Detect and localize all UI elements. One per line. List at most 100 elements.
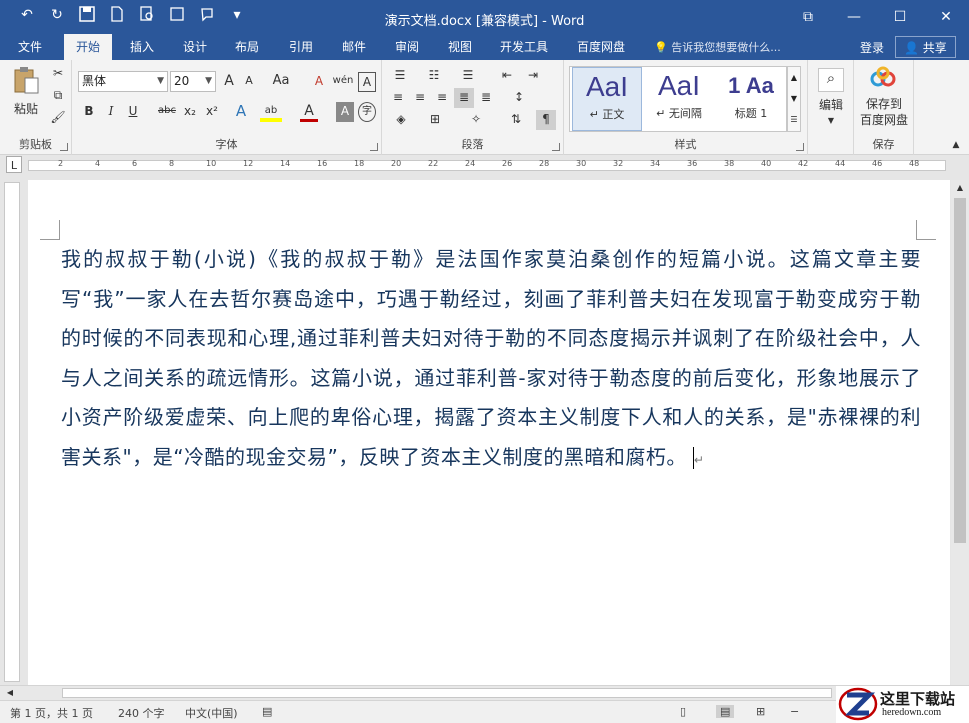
numbering-icon[interactable]: ☷	[422, 66, 446, 86]
ruler-number: 6	[132, 159, 138, 168]
font-size-combo[interactable]: 20 ▼	[170, 71, 216, 92]
tab-file[interactable]: 文件	[18, 38, 42, 55]
italic-button[interactable]: I	[102, 102, 120, 122]
subscript-button[interactable]: x₂	[180, 102, 200, 122]
tab-developer[interactable]: 开发工具	[500, 38, 548, 55]
minimize-button[interactable]: —	[831, 0, 877, 34]
style-heading-1[interactable]: 1 Aa 标题 1	[716, 67, 786, 131]
vertical-ruler[interactable]	[4, 182, 20, 682]
highlight-icon[interactable]: ab	[260, 102, 282, 122]
style-normal[interactable]: AaI ↵ 正文	[572, 67, 642, 131]
font-launcher[interactable]	[370, 143, 378, 151]
line-spacing-icon[interactable]: ↕	[506, 88, 532, 108]
bold-button[interactable]: B	[80, 102, 98, 122]
ruler-number: 4	[95, 159, 101, 168]
horizontal-scroll-thumb[interactable]	[62, 688, 832, 698]
font-color-icon[interactable]: A	[300, 102, 318, 122]
page-count[interactable]: 第 1 页，共 1 页	[10, 705, 93, 721]
tab-view[interactable]: 视图	[448, 38, 472, 55]
strikethrough-button[interactable]: abc	[156, 102, 178, 122]
phonetic-guide-icon[interactable]: wén	[332, 72, 354, 92]
macro-record-icon[interactable]: ▤	[262, 705, 272, 718]
copy-icon[interactable]: ⧉	[48, 86, 68, 106]
document-body[interactable]: 我的叔叔于勒(小说)《我的叔叔于勒》是法国作家莫泊桑创作的短篇小说。这篇文章主要…	[61, 240, 921, 480]
ruler-number: 40	[761, 159, 772, 168]
grow-font-icon[interactable]: A	[220, 72, 238, 92]
tab-review[interactable]: 审阅	[395, 38, 419, 55]
chevron-down-icon[interactable]: ▼	[810, 112, 852, 132]
vertical-scroll-thumb[interactable]	[954, 198, 966, 543]
scroll-up-icon[interactable]: ▲	[954, 180, 966, 196]
font-name-combo[interactable]: 黑体 ▼	[78, 71, 168, 92]
paste-icon[interactable]	[8, 66, 44, 96]
bullets-icon[interactable]: ☰	[388, 66, 412, 86]
style-sample: 1 Aa	[728, 73, 774, 98]
styles-scroll[interactable]: ▲ ▼ ☰	[787, 66, 801, 132]
shrink-font-icon[interactable]: A	[240, 72, 258, 92]
tab-mailings[interactable]: 邮件	[342, 38, 366, 55]
share-button[interactable]: 👤 共享	[895, 36, 956, 58]
tab-baidu-netdisk[interactable]: 百度网盘	[577, 38, 625, 55]
read-mode-icon[interactable]: ▯	[680, 705, 686, 718]
vertical-scrollbar[interactable]: ▲	[951, 180, 969, 685]
change-case-icon[interactable]: Aa	[268, 72, 294, 92]
borders-icon[interactable]: ⊞	[422, 110, 448, 130]
word-count[interactable]: 240 个字	[118, 705, 165, 721]
site-watermark: 这里下载站 heredown.com	[836, 686, 969, 723]
tab-layout[interactable]: 布局	[235, 38, 259, 55]
align-center-icon[interactable]: ≡	[410, 88, 430, 108]
collapse-ribbon-icon[interactable]: ▲	[948, 136, 964, 156]
baidu-cloud-icon[interactable]	[868, 66, 898, 92]
tab-references[interactable]: 引用	[289, 38, 313, 55]
shading-icon[interactable]: ◈	[388, 110, 414, 130]
multilevel-list-icon[interactable]: ☰	[456, 66, 480, 86]
ruler-number: 8	[169, 159, 175, 168]
person-icon: 👤	[904, 41, 923, 55]
tab-design[interactable]: 设计	[183, 38, 207, 55]
character-shading-icon[interactable]: A	[336, 102, 354, 122]
increase-indent-icon[interactable]: ⇥	[522, 66, 544, 86]
ribbon-display-icon[interactable]: ⧉	[785, 0, 831, 34]
document-page[interactable]: 我的叔叔于勒(小说)《我的叔叔于勒》是法国作家莫泊桑创作的短篇小说。这篇文章主要…	[28, 180, 950, 685]
save-to-baidu-line2[interactable]: 百度网盘	[854, 112, 914, 128]
maximize-button[interactable]: ☐	[877, 0, 923, 34]
web-layout-icon[interactable]: ⊞	[756, 705, 765, 718]
clipboard-group: 粘贴 ✂ ⧉ 🖌 剪贴板	[0, 60, 72, 155]
underline-button[interactable]: U	[124, 102, 142, 122]
tab-stop-selector[interactable]: L	[6, 156, 22, 173]
ruler-number: 24	[465, 159, 476, 168]
sort-icon[interactable]: ⇅	[506, 110, 526, 130]
align-right-icon[interactable]: ≡	[432, 88, 452, 108]
cut-icon[interactable]: ✂	[48, 64, 68, 84]
tab-insert[interactable]: 插入	[130, 38, 154, 55]
print-layout-icon[interactable]: ▤	[716, 705, 735, 718]
chinese-layout-icon[interactable]: ✧	[464, 110, 488, 130]
styles-launcher[interactable]	[796, 143, 804, 151]
paragraph-launcher[interactable]	[552, 143, 560, 151]
zoom-out-icon[interactable]: −	[790, 705, 799, 718]
tab-home[interactable]: 开始	[64, 34, 113, 60]
show-marks-icon[interactable]: ¶	[536, 110, 556, 130]
search-icon[interactable]: ⌕	[818, 68, 844, 92]
close-button[interactable]: ✕	[923, 0, 969, 34]
character-border-icon[interactable]: A	[358, 72, 376, 92]
format-painter-icon[interactable]: 🖌	[48, 108, 68, 128]
sign-in-link[interactable]: 登录	[860, 39, 884, 56]
language-indicator[interactable]: 中文(中国)	[185, 705, 238, 721]
tell-me-search[interactable]: 💡 告诉我您想要做什么...	[654, 39, 781, 55]
superscript-button[interactable]: x²	[202, 102, 222, 122]
save-to-baidu-line1[interactable]: 保存到	[854, 96, 914, 112]
text-effects-icon[interactable]: A	[232, 102, 250, 122]
style-no-spacing[interactable]: AaI ↵ 无间隔	[644, 67, 714, 131]
horizontal-scrollbar[interactable]: ◀	[0, 685, 969, 700]
decrease-indent-icon[interactable]: ⇤	[496, 66, 518, 86]
margin-corner-top-left	[40, 220, 60, 240]
distributed-icon[interactable]: ≣	[476, 88, 496, 108]
clear-formatting-icon[interactable]: A	[310, 72, 328, 92]
align-left-icon[interactable]: ≡	[388, 88, 408, 108]
justify-icon[interactable]: ≣	[454, 88, 474, 108]
paste-button[interactable]: 粘贴	[6, 100, 46, 120]
clipboard-launcher[interactable]	[60, 143, 68, 151]
ruler-number: 20	[391, 159, 402, 168]
enclose-characters-icon[interactable]: 字	[358, 102, 376, 122]
